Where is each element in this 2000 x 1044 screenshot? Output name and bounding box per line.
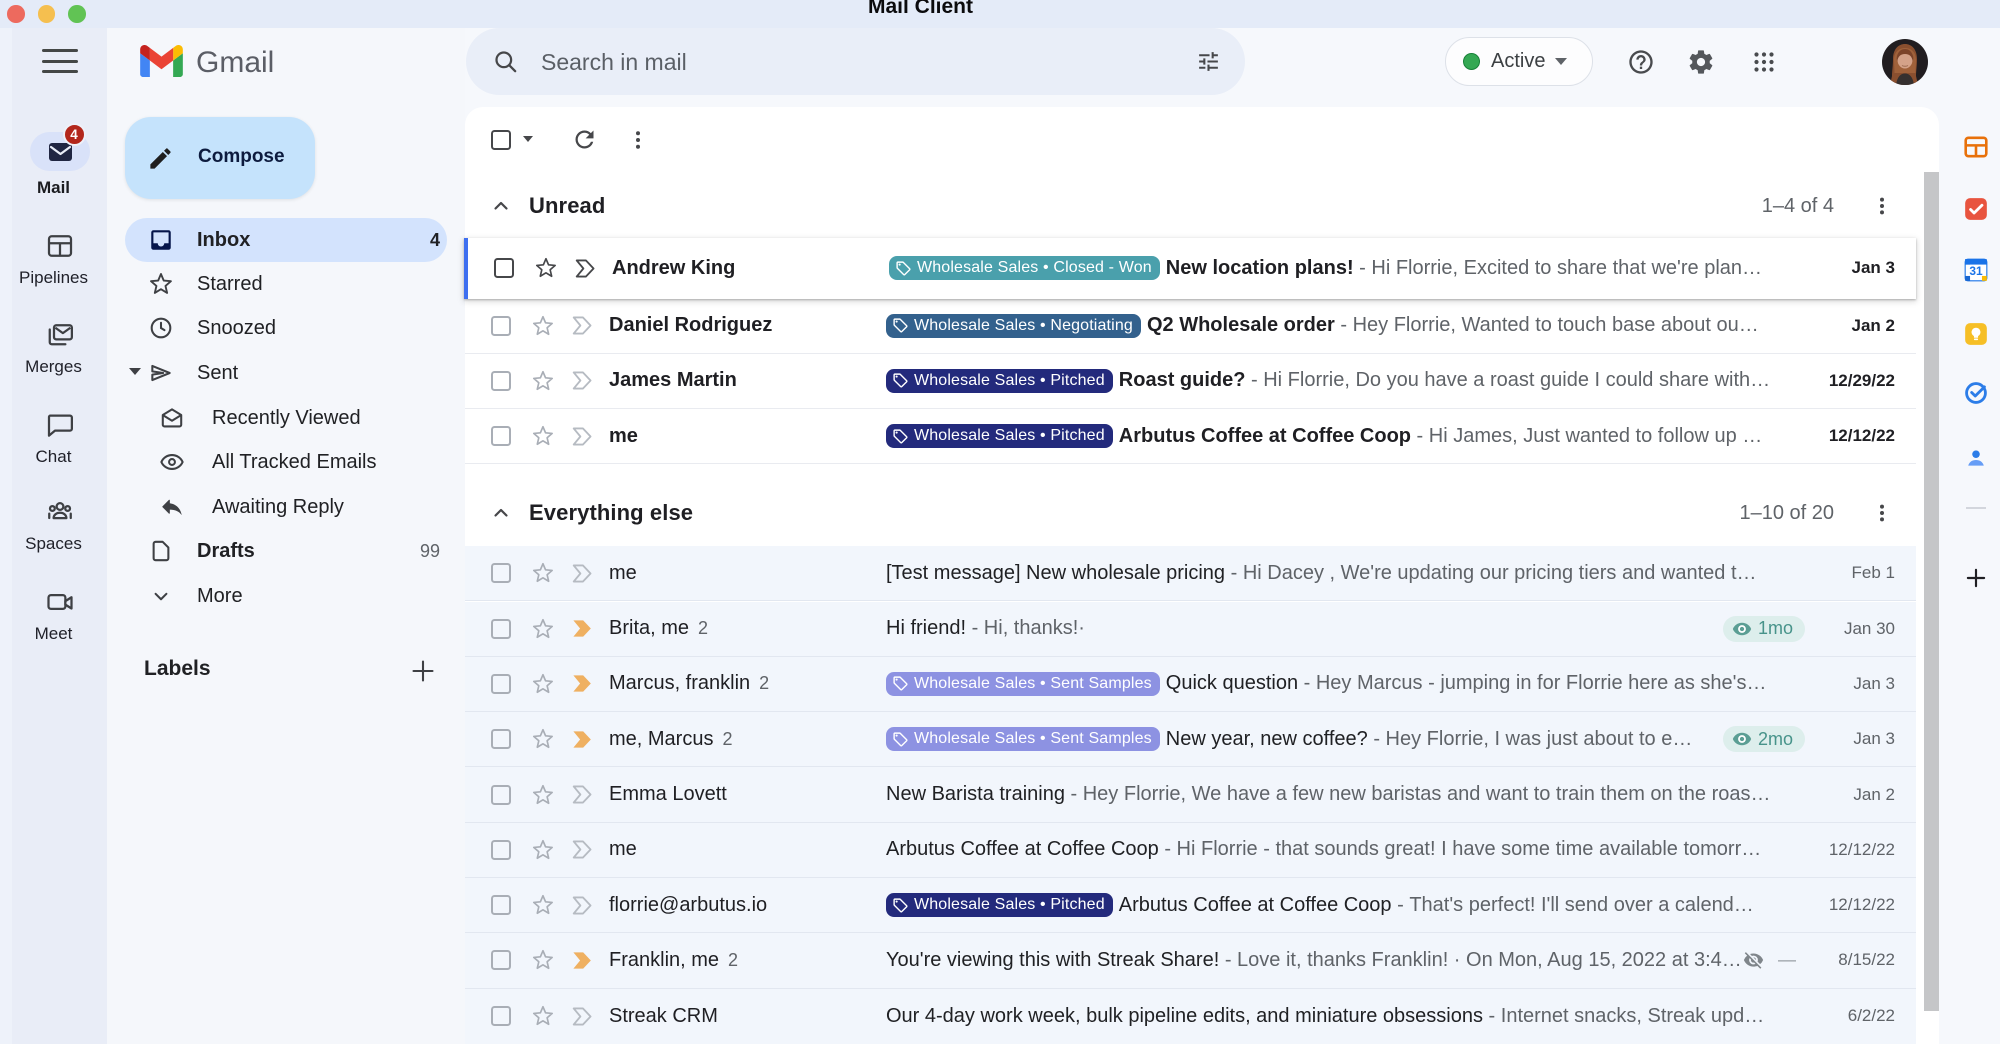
svg-text:31: 31 (1969, 264, 1983, 278)
